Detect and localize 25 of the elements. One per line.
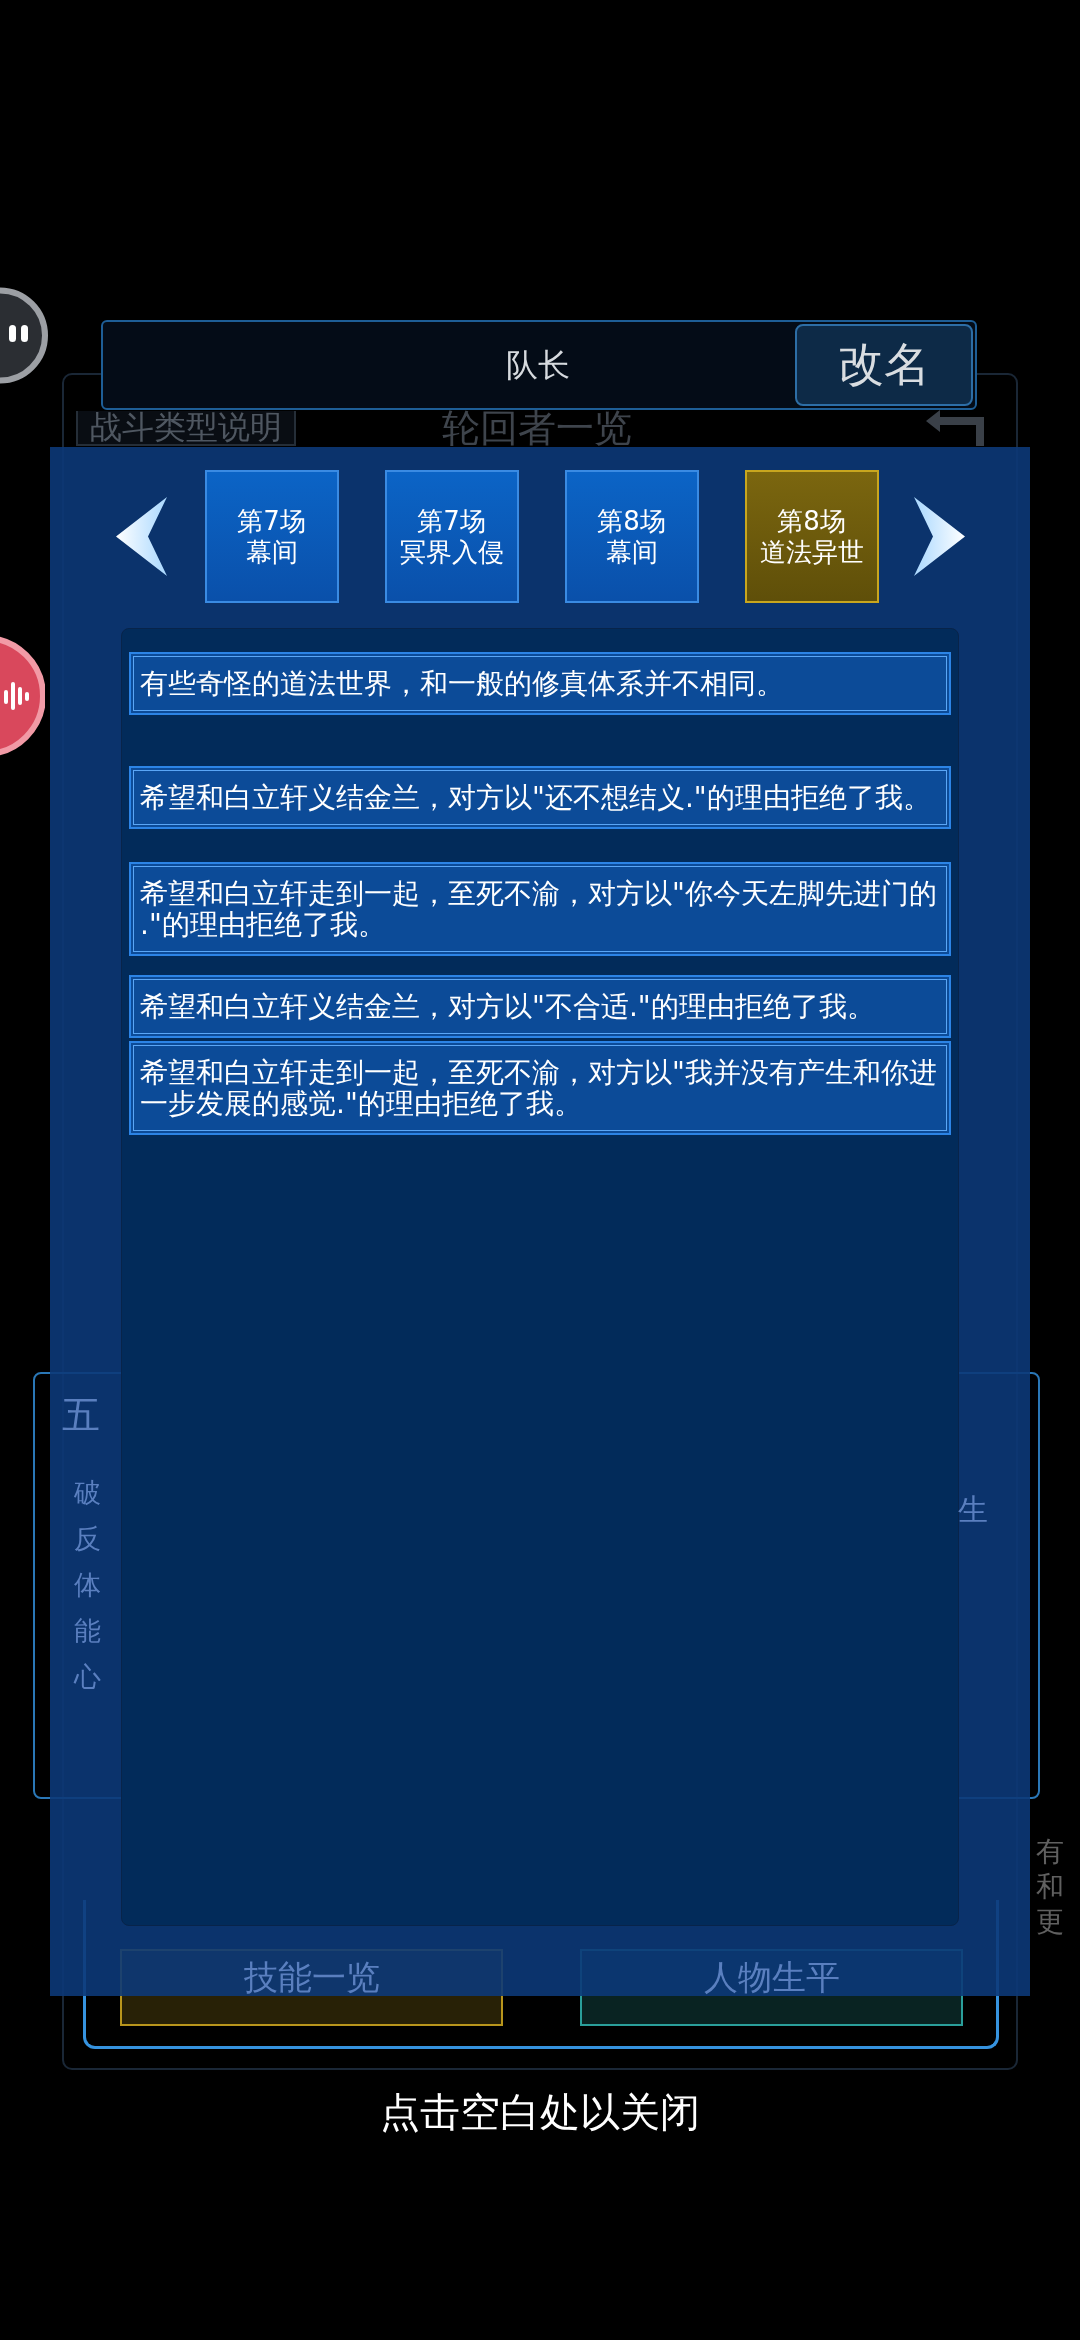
stat-label: 破	[74, 1476, 101, 1510]
event-text: 希望和白立轩义结金兰，对方以"不合适."的理由拒绝了我。	[140, 991, 876, 1022]
text-fragment: 有	[1036, 1834, 1064, 1869]
right-arrow-icon[interactable]	[913, 497, 965, 576]
close-hint: 点击空白处以关闭	[379, 2088, 701, 2136]
name-text: 队长	[505, 345, 571, 385]
rename-button[interactable]: 改名	[795, 324, 973, 406]
episode-tab[interactable]: 第7场 冥界入侵	[384, 470, 519, 603]
text-fragment: 更	[1036, 1904, 1064, 1939]
event-text: 有些奇怪的道法世界，和一般的修真体系并不相同。	[140, 668, 785, 699]
text-fragment: 和	[1036, 1869, 1064, 1904]
left-arrow-icon[interactable]	[115, 497, 167, 576]
event-text: 希望和白立轩走到一起，至死不渝，对方以"你今天左脚先进门的."的理由拒绝了我。	[140, 878, 938, 940]
stat-label: 心	[74, 1660, 101, 1694]
event-text: 希望和白立轩走到一起，至死不渝，对方以"我并没有产生和你进一步发展的感觉."的理由拒绝了我。	[140, 1057, 938, 1119]
stat-label: 反	[74, 1522, 101, 1556]
stat-label: 能	[74, 1614, 101, 1648]
section-title: 五	[62, 1396, 101, 1434]
episode-tab[interactable]: 第8场 幕间	[564, 470, 699, 603]
stat-label: 体	[74, 1568, 101, 1602]
episode-tab[interactable]: 第7场 幕间	[204, 470, 339, 603]
stat-label: 生	[958, 1492, 988, 1528]
screen-title: 轮回者一览	[442, 411, 632, 446]
episode-tab[interactable]: 第8场 道法异世	[744, 470, 879, 603]
event-text: 希望和白立轩义结金兰，对方以"还不想结义."的理由拒绝了我。	[140, 782, 932, 813]
